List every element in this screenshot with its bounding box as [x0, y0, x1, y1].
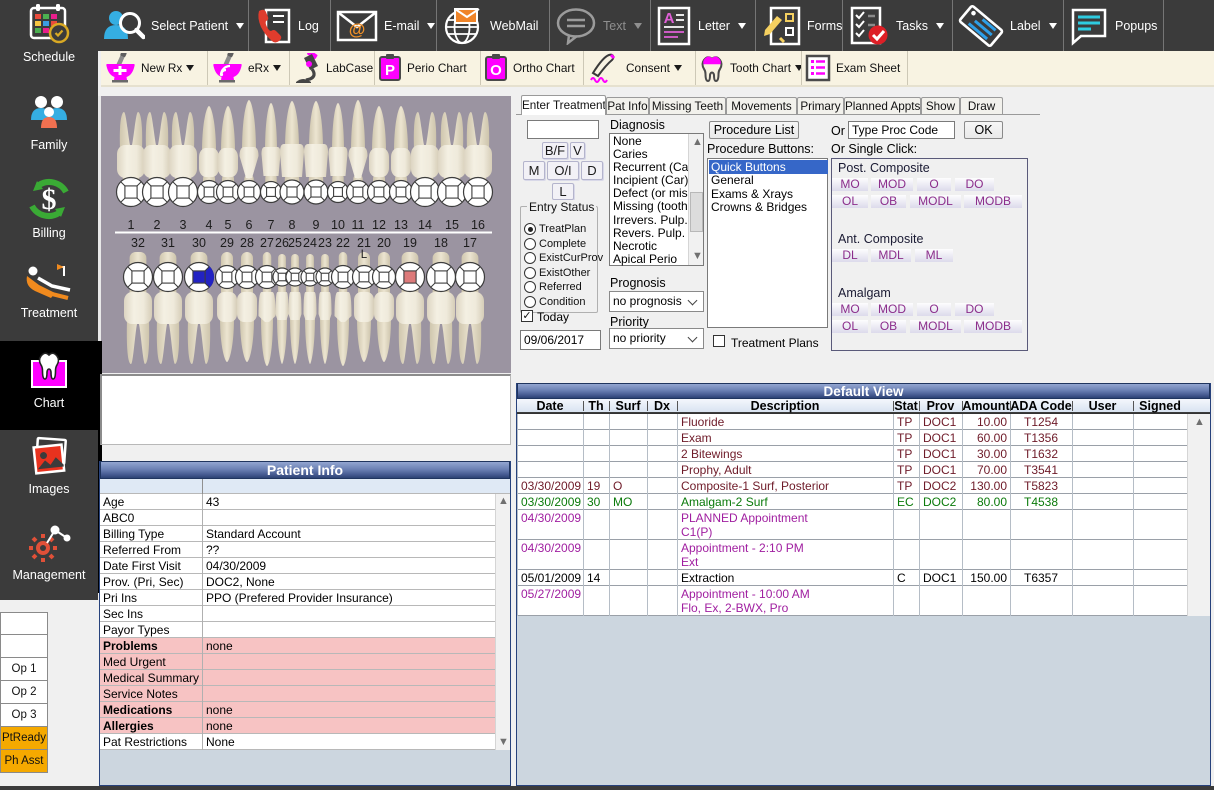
svg-text:10: 10: [331, 218, 345, 232]
svg-text:3: 3: [180, 218, 187, 232]
svg-text:21: 21: [357, 236, 371, 250]
svg-text:27: 27: [260, 236, 274, 250]
svg-text:1: 1: [128, 218, 135, 232]
svg-text:32: 32: [131, 236, 145, 250]
svg-text:18: 18: [434, 236, 448, 250]
svg-text:31: 31: [161, 236, 175, 250]
svg-text:25: 25: [288, 236, 302, 250]
svg-text:6: 6: [246, 218, 253, 232]
svg-text:30: 30: [192, 236, 206, 250]
svg-text:4: 4: [206, 218, 213, 232]
svg-text:24: 24: [303, 236, 317, 250]
svg-text:L: L: [361, 249, 368, 261]
svg-text:14: 14: [418, 218, 432, 232]
svg-text:26: 26: [275, 236, 289, 250]
svg-text:20: 20: [377, 236, 391, 250]
svg-text:11: 11: [352, 218, 365, 232]
svg-text:13: 13: [394, 218, 408, 232]
svg-text:A: A: [664, 10, 675, 27]
svg-text:12: 12: [372, 218, 386, 232]
svg-text:2: 2: [154, 218, 161, 232]
svg-text:17: 17: [463, 236, 477, 250]
svg-text:9: 9: [313, 218, 320, 232]
svg-text:7: 7: [268, 218, 275, 232]
svg-text:8: 8: [289, 218, 296, 232]
svg-text:15: 15: [445, 218, 459, 232]
svg-text:29: 29: [220, 236, 234, 250]
svg-text:19: 19: [403, 236, 417, 250]
svg-text:16: 16: [471, 218, 485, 232]
svg-text:28: 28: [240, 236, 254, 250]
svg-text:@: @: [349, 20, 366, 39]
svg-text:$: $: [42, 183, 57, 216]
svg-text:23: 23: [318, 236, 332, 250]
svg-text:P: P: [385, 62, 395, 79]
svg-text:O: O: [490, 62, 502, 79]
svg-text:22: 22: [336, 236, 350, 250]
svg-text:5: 5: [225, 218, 232, 232]
